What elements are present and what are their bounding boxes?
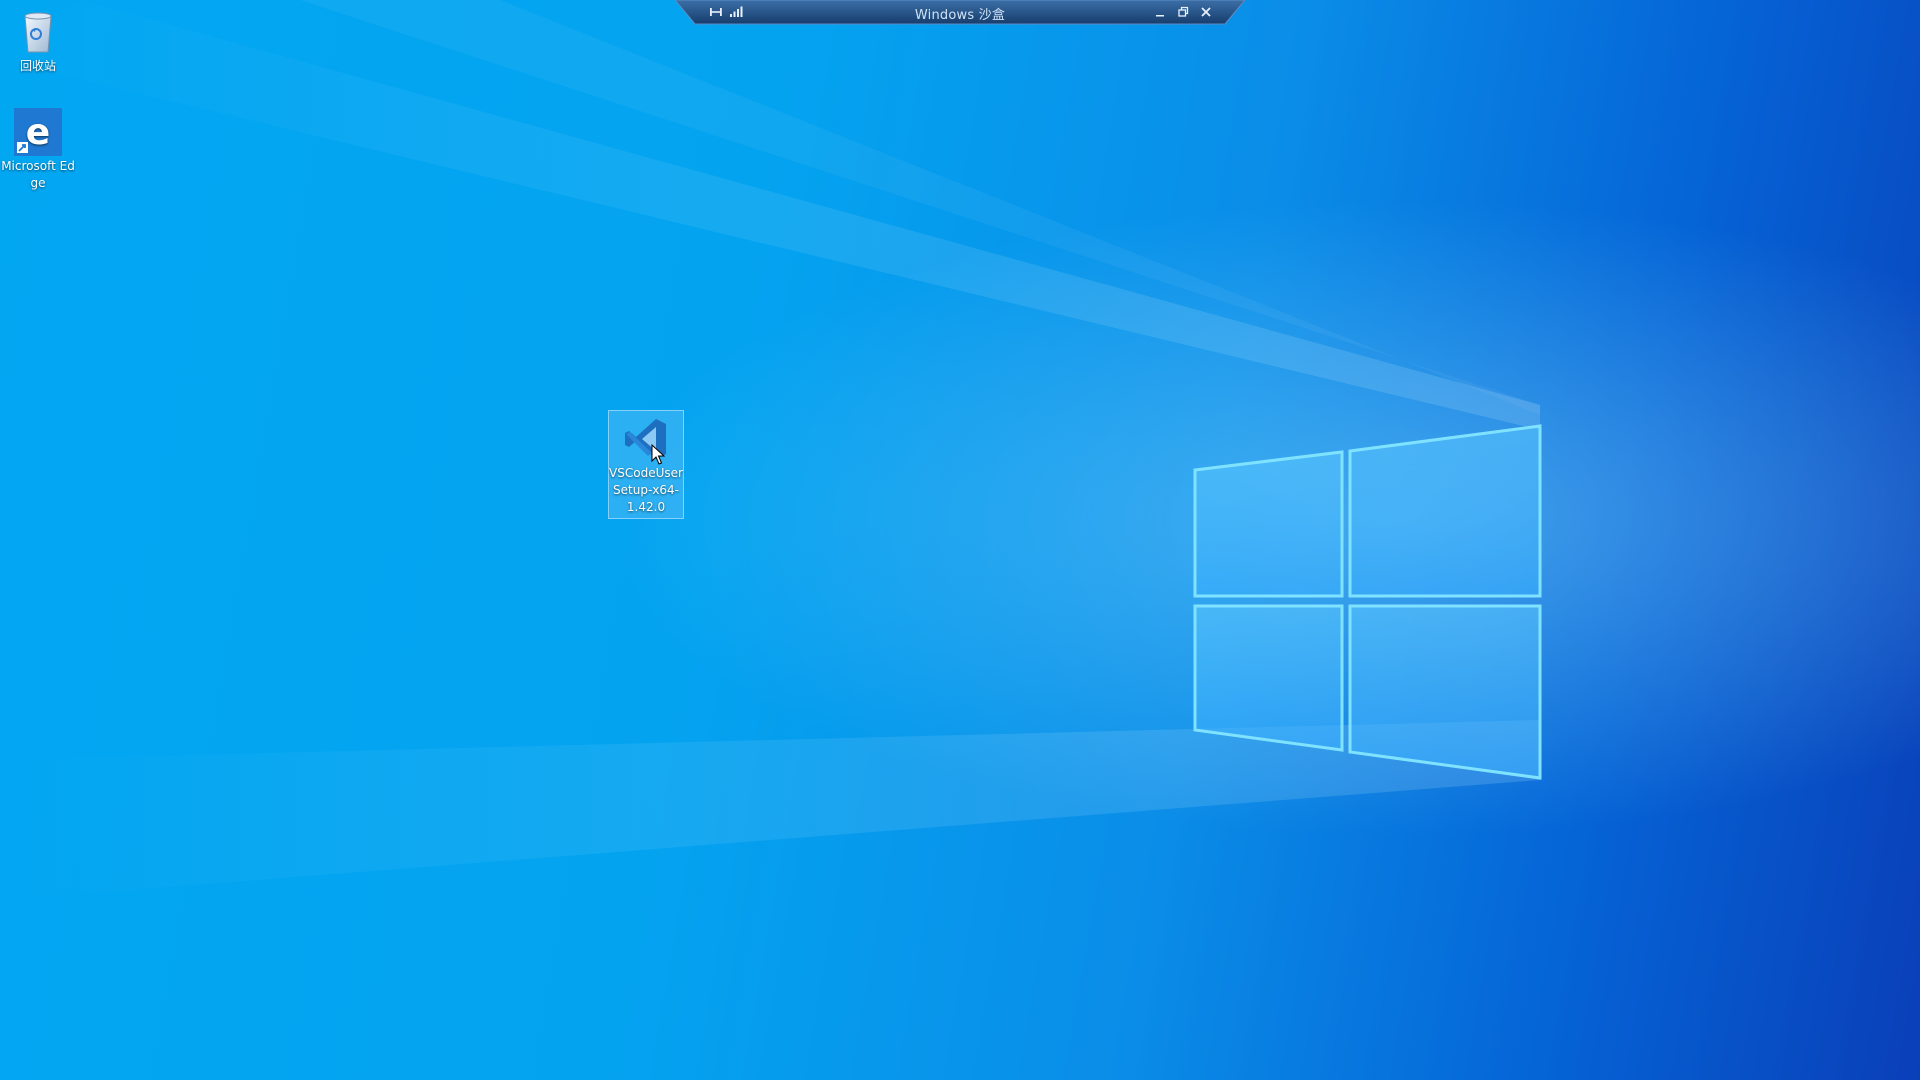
recycle-bin-label: 回收站 bbox=[19, 59, 56, 73]
close-icon bbox=[1201, 7, 1211, 17]
sandbox-title-bar[interactable]: Windows 沙盒 bbox=[675, 0, 1245, 26]
wallpaper-light-beams bbox=[0, 0, 1540, 900]
close-button[interactable] bbox=[1197, 3, 1215, 21]
desktop[interactable]: Windows 沙盒 回收站 e Microsoft Edge VSCodeUs… bbox=[0, 0, 1920, 1080]
windows-logo bbox=[1193, 424, 1542, 780]
minimize-button[interactable] bbox=[1151, 3, 1169, 21]
vscode-installer-label: VSCodeUserSetup-x64-1.42.0 bbox=[609, 466, 683, 514]
desktop-icon-edge[interactable]: e Microsoft Edge bbox=[0, 108, 76, 192]
svg-text:e: e bbox=[26, 112, 50, 153]
vscode-installer-icon bbox=[622, 415, 670, 463]
edge-icon: e bbox=[14, 108, 62, 156]
restore-icon bbox=[1178, 6, 1189, 17]
recycle-bin-icon bbox=[14, 8, 62, 56]
minimize-icon bbox=[1156, 15, 1164, 17]
restore-button[interactable] bbox=[1174, 3, 1192, 21]
desktop-icon-vscode-installer[interactable]: VSCodeUserSetup-x64-1.42.0 bbox=[608, 410, 684, 519]
desktop-icon-recycle-bin[interactable]: 回收站 bbox=[0, 8, 76, 75]
edge-label: Microsoft Edge bbox=[1, 159, 75, 190]
